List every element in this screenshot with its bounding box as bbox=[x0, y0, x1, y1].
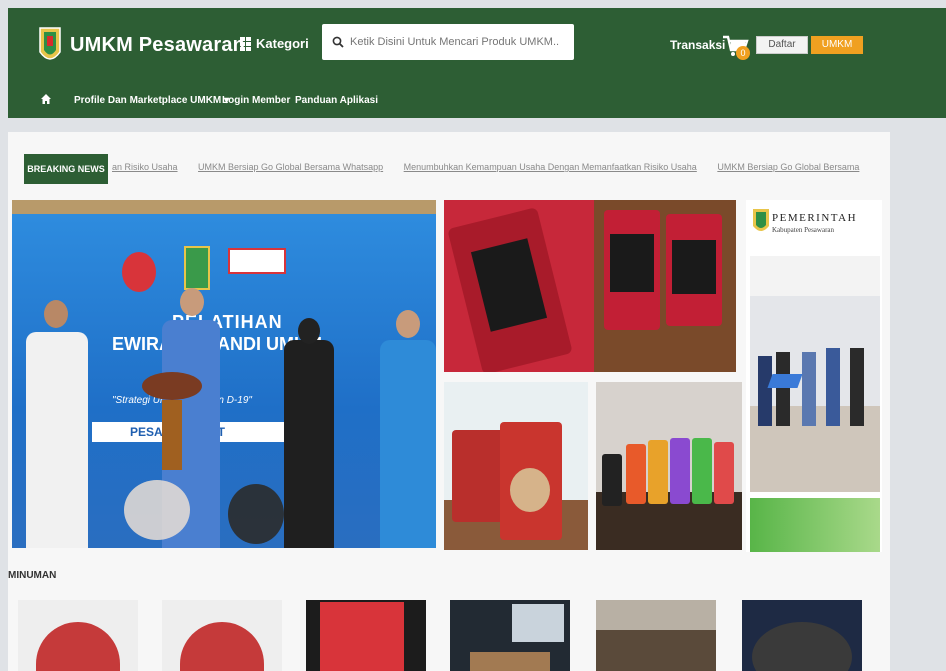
product-screen bbox=[512, 604, 564, 642]
person-figure bbox=[776, 352, 790, 426]
snack-pack bbox=[714, 442, 734, 504]
pesawaran-emblem-icon bbox=[753, 209, 769, 231]
news-item[interactable]: UMKM Bersiap Go Global Bersama bbox=[717, 162, 859, 172]
ceiling bbox=[750, 256, 880, 296]
product-bag bbox=[320, 602, 404, 671]
sponsor-logo-roti bbox=[122, 252, 156, 292]
grid-list-icon bbox=[240, 36, 251, 51]
daftar-button[interactable]: Daftar bbox=[756, 36, 808, 54]
coffee-pouch bbox=[452, 430, 506, 522]
gov-subtitle: Kabupaten Pesawaran bbox=[772, 226, 835, 234]
snack-pack bbox=[648, 440, 668, 504]
news-item[interactable]: an Risiko Usaha bbox=[112, 162, 178, 172]
main-banner-slide[interactable]: PELATIHAN EWIRAUS MANDI UMKM "Strategi U… bbox=[12, 200, 436, 548]
snack-pack bbox=[670, 438, 690, 504]
search-input[interactable] bbox=[350, 36, 560, 48]
gong-stand bbox=[162, 400, 182, 470]
product-thumb[interactable] bbox=[450, 600, 570, 671]
product-tile-coffee-bags[interactable] bbox=[444, 200, 736, 372]
audience-head bbox=[124, 480, 190, 540]
banner-top-strip bbox=[12, 200, 436, 214]
nav-login-member[interactable]: Login Member bbox=[222, 95, 290, 106]
product-bottles bbox=[180, 622, 264, 671]
gov-title: PEMERINTAH bbox=[772, 212, 858, 224]
sponsor-logo-indomaret bbox=[228, 248, 286, 274]
pesawaran-logo-icon[interactable] bbox=[38, 26, 62, 66]
product-tile-coffee-pouches[interactable] bbox=[444, 382, 588, 550]
person-figure bbox=[826, 348, 840, 426]
coffee-label bbox=[672, 240, 716, 294]
person-head bbox=[180, 288, 204, 316]
product-bowl bbox=[752, 622, 852, 671]
kategori-menu[interactable]: Kategori bbox=[240, 36, 309, 51]
section-title-minuman: MINUMAN bbox=[8, 570, 57, 581]
gong-prop bbox=[142, 372, 202, 400]
product-shelf bbox=[596, 600, 716, 630]
snack-pack bbox=[626, 444, 646, 504]
gov-photo bbox=[750, 256, 880, 492]
nav-profile-marketplace[interactable]: Profile Dan Marketplace UMKM ▾ bbox=[74, 95, 229, 106]
search-icon bbox=[332, 36, 344, 48]
news-item[interactable]: Menumbuhkan Kemampuan Usaha Dengan Meman… bbox=[404, 162, 697, 172]
person-head bbox=[44, 300, 68, 328]
news-ticker: an Risiko Usaha UMKM Bersiap Go Global B… bbox=[112, 162, 872, 176]
person-figure bbox=[284, 340, 334, 548]
gov-banner[interactable]: PEMERINTAH Kabupaten Pesawaran bbox=[746, 200, 882, 552]
site-brand[interactable]: UMKM Pesawaran bbox=[70, 34, 245, 57]
person-figure bbox=[802, 352, 816, 426]
coffee-label bbox=[610, 234, 654, 292]
person-figure bbox=[758, 356, 772, 426]
person-head bbox=[298, 318, 320, 344]
product-box bbox=[470, 652, 550, 671]
umkm-button[interactable]: UMKM bbox=[811, 36, 863, 54]
product-tile-snack-packs[interactable] bbox=[596, 382, 742, 550]
person-figure bbox=[380, 340, 436, 548]
transaksi-link[interactable]: Transaksi bbox=[670, 38, 725, 52]
product-bottles bbox=[36, 622, 120, 671]
search-box[interactable] bbox=[322, 24, 574, 60]
person-figure bbox=[26, 332, 88, 548]
product-thumb[interactable] bbox=[162, 600, 282, 671]
content-panel: BREAKING NEWS an Risiko Usaha UMKM Bersi… bbox=[8, 132, 890, 671]
person-figure bbox=[850, 348, 864, 426]
nav-panduan-aplikasi[interactable]: Panduan Aplikasi bbox=[295, 95, 378, 106]
kategori-label: Kategori bbox=[256, 36, 309, 51]
gov-green-strip bbox=[750, 498, 880, 552]
main-navbar: Profile Dan Marketplace UMKM ▾ Login Mem… bbox=[8, 80, 946, 118]
pesawaran-emblem bbox=[184, 246, 210, 290]
banner-cloth bbox=[767, 374, 803, 388]
news-item[interactable]: UMKM Bersiap Go Global Bersama Whatsapp bbox=[198, 162, 383, 172]
product-thumb[interactable] bbox=[596, 600, 716, 671]
breaking-news-label: BREAKING NEWS bbox=[24, 154, 108, 184]
product-thumb[interactable] bbox=[18, 600, 138, 671]
snack-pack bbox=[692, 438, 712, 504]
site-header: UMKM Pesawaran Kategori Transaksi 0 Daft… bbox=[8, 8, 946, 80]
audience-head bbox=[228, 484, 284, 544]
person-head bbox=[396, 310, 420, 338]
pouch-window bbox=[510, 468, 550, 512]
product-thumb[interactable] bbox=[742, 600, 862, 671]
cart-count-badge: 0 bbox=[736, 46, 750, 60]
snack-pack bbox=[602, 454, 622, 506]
product-thumb[interactable] bbox=[306, 600, 426, 671]
home-icon[interactable] bbox=[40, 93, 52, 105]
